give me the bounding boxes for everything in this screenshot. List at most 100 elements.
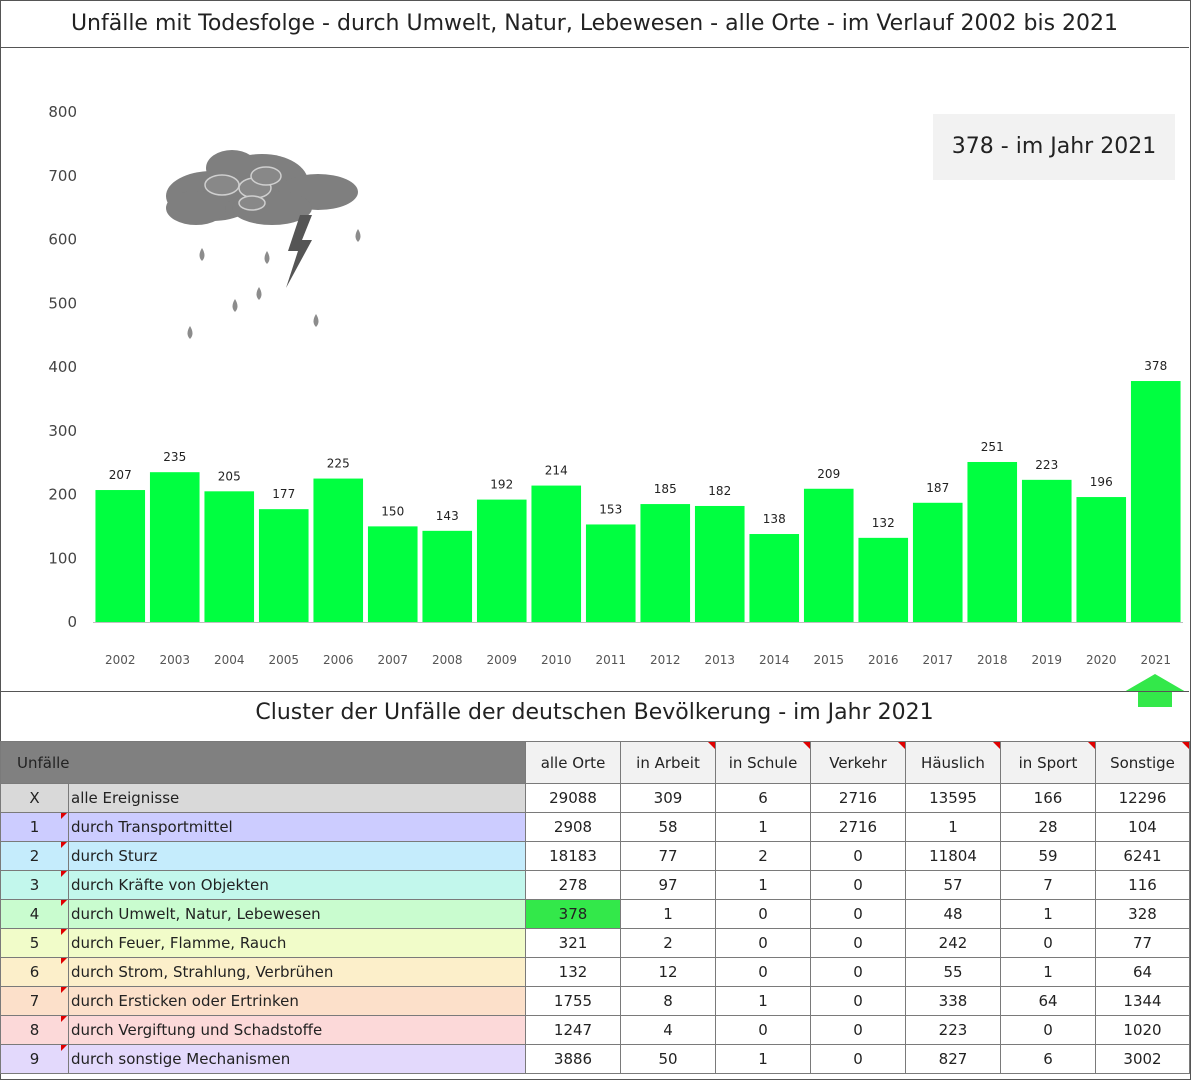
table-cell: 3002 bbox=[1095, 1044, 1190, 1074]
data-label: 225 bbox=[327, 457, 350, 471]
row-index: 2 bbox=[0, 841, 69, 871]
bar bbox=[912, 502, 963, 622]
table-cell: 0 bbox=[715, 899, 811, 929]
row-index: 6 bbox=[0, 957, 69, 987]
bar bbox=[1076, 497, 1127, 622]
table-row: 6 durch Strom, Strahlung, Verbrühen 132 12 0… bbox=[0, 957, 1190, 987]
x-tick-label: 2009 bbox=[486, 653, 517, 667]
table-cell: 0 bbox=[810, 841, 906, 871]
table-cell: 1247 bbox=[525, 1015, 621, 1045]
row-label: durch Vergiftung und Schadstoffe bbox=[68, 1015, 526, 1045]
table-cell: 77 bbox=[620, 841, 716, 871]
data-label: 251 bbox=[981, 440, 1004, 454]
x-tick-label: 2019 bbox=[1031, 653, 1062, 667]
row-label: durch sonstige Mechanismen bbox=[68, 1044, 526, 1074]
data-label: 132 bbox=[872, 516, 895, 530]
table-cell: 1 bbox=[905, 812, 1001, 842]
table-cell: 132 bbox=[525, 957, 621, 987]
table-cell: 57 bbox=[905, 870, 1001, 900]
table-row: 2 durch Sturz 18183 77 2 0 11804 59 6241 bbox=[0, 841, 1190, 871]
row-index: X bbox=[0, 783, 69, 813]
y-tick-label: 300 bbox=[48, 422, 77, 440]
table-row: 9 durch sonstige Mechanismen 3886 50 1 0 827 6 3… bbox=[0, 1044, 1190, 1074]
row-index: 1 bbox=[0, 812, 69, 842]
y-tick-label: 600 bbox=[48, 231, 77, 249]
x-tick-label: 2011 bbox=[595, 653, 626, 667]
table-cell: 0 bbox=[715, 1015, 811, 1045]
data-label: 214 bbox=[545, 464, 568, 478]
storm-cloud-icon bbox=[166, 150, 361, 339]
table-cell: 2716 bbox=[810, 783, 906, 813]
table-cell: 97 bbox=[620, 870, 716, 900]
table-cell: 6 bbox=[715, 783, 811, 813]
table-cell: 1344 bbox=[1095, 986, 1190, 1016]
table-cell: 2 bbox=[620, 928, 716, 958]
table-row: 3 durch Kräfte von Objekten 278 97 1 0 57 7 116 bbox=[0, 870, 1190, 900]
data-label: 187 bbox=[926, 481, 949, 495]
column-header: Verkehr bbox=[810, 741, 906, 784]
table-cell: 2908 bbox=[525, 812, 621, 842]
table-cell: 1 bbox=[620, 899, 716, 929]
x-tick-label: 2016 bbox=[868, 653, 899, 667]
bar bbox=[858, 537, 909, 622]
table-cell: 59 bbox=[1000, 841, 1096, 871]
y-tick-label: 500 bbox=[48, 294, 77, 312]
row-label: durch Umwelt, Natur, Lebewesen bbox=[68, 899, 526, 929]
bar bbox=[803, 488, 854, 622]
row-index: 9 bbox=[0, 1044, 69, 1074]
table-cell: 0 bbox=[810, 870, 906, 900]
table-cell: 0 bbox=[715, 957, 811, 987]
table-cell: 1755 bbox=[525, 986, 621, 1016]
table-cell: 116 bbox=[1095, 870, 1190, 900]
bar bbox=[367, 526, 418, 622]
column-header: Sonstige bbox=[1095, 741, 1190, 784]
data-label: 177 bbox=[272, 487, 295, 501]
x-tick-label: 2020 bbox=[1086, 653, 1117, 667]
row-index: 3 bbox=[0, 870, 69, 900]
header-unfaelle: Unfälle bbox=[0, 741, 526, 784]
table-cell: 278 bbox=[525, 870, 621, 900]
row-label: durch Sturz bbox=[68, 841, 526, 871]
table-cell: 77 bbox=[1095, 928, 1190, 958]
x-tick-label: 2012 bbox=[650, 653, 681, 667]
table-cell: 223 bbox=[905, 1015, 1001, 1045]
table-cell: 0 bbox=[715, 928, 811, 958]
x-tick-label: 2010 bbox=[541, 653, 572, 667]
table-cell: 2 bbox=[715, 841, 811, 871]
data-label: 209 bbox=[817, 467, 840, 481]
data-label: 192 bbox=[490, 478, 513, 492]
bar bbox=[313, 478, 364, 622]
table-cell: 1020 bbox=[1095, 1015, 1190, 1045]
data-label: 223 bbox=[1035, 458, 1058, 472]
table-cell: 64 bbox=[1000, 986, 1096, 1016]
x-tick-label: 2003 bbox=[159, 653, 190, 667]
table-cell: 1 bbox=[715, 812, 811, 842]
bar bbox=[640, 504, 691, 622]
table-cell: 827 bbox=[905, 1044, 1001, 1074]
row-label: durch Ersticken oder Ertrinken bbox=[68, 986, 526, 1016]
table-cell: 321 bbox=[525, 928, 621, 958]
row-index: 4 bbox=[0, 899, 69, 929]
chart-area: 0 100 200 300 400 500 600 700 800 207 2002 235 2003… bbox=[0, 48, 1189, 692]
y-tick-label: 0 bbox=[67, 613, 77, 631]
table-cell: 58 bbox=[620, 812, 716, 842]
x-tick-label: 2004 bbox=[214, 653, 245, 667]
table-cell: 1 bbox=[715, 870, 811, 900]
table-cell: 8 bbox=[620, 986, 716, 1016]
row-label: durch Feuer, Flamme, Rauch bbox=[68, 928, 526, 958]
x-tick-label: 2017 bbox=[922, 653, 953, 667]
table-cell: 0 bbox=[810, 1015, 906, 1045]
x-tick-label: 2015 bbox=[813, 653, 844, 667]
column-header: Häuslich bbox=[905, 741, 1001, 784]
row-label: alle Ereignisse bbox=[68, 783, 526, 813]
x-tick-label: 2018 bbox=[977, 653, 1008, 667]
table-cell: 0 bbox=[810, 957, 906, 987]
x-tick-label: 2002 bbox=[105, 653, 136, 667]
table-cell: 166 bbox=[1000, 783, 1096, 813]
table-cell: 3886 bbox=[525, 1044, 621, 1074]
data-label: 205 bbox=[218, 469, 241, 483]
data-label: 378 bbox=[1144, 359, 1167, 373]
x-tick-label: 2006 bbox=[323, 653, 354, 667]
cluster-table: Unfälle alle Orte in Arbeit in Schule Ve… bbox=[0, 741, 1190, 1074]
y-tick-label: 800 bbox=[48, 103, 77, 121]
